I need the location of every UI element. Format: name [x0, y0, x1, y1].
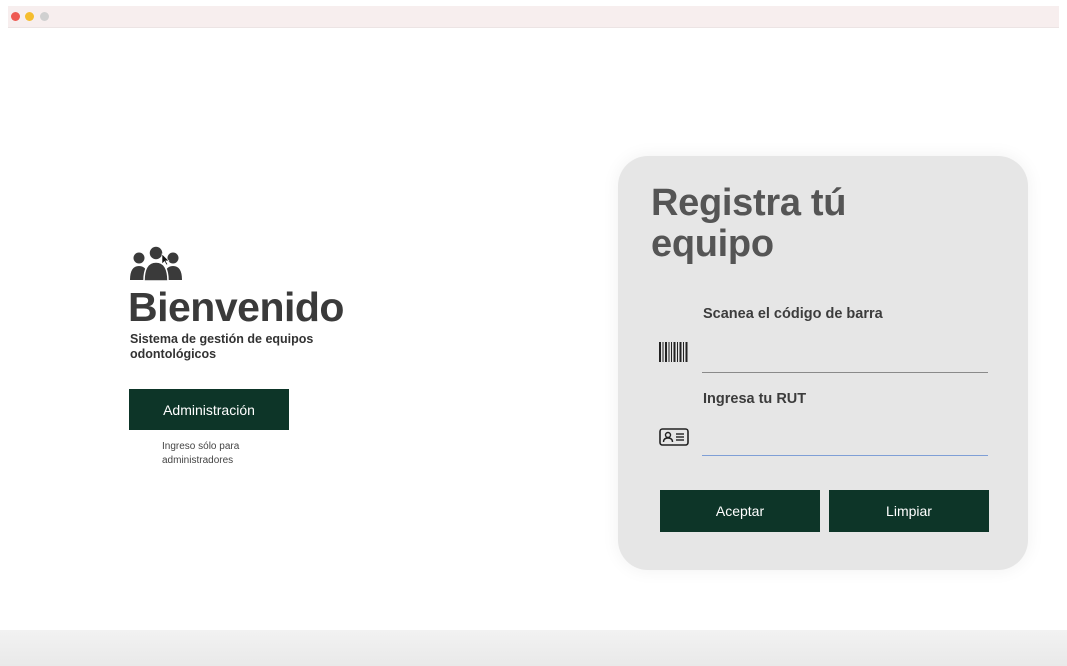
bottom-bar: [0, 630, 1067, 666]
barcode-input[interactable]: [702, 343, 988, 373]
window-titlebar: [8, 6, 1059, 28]
rut-input[interactable]: [702, 426, 988, 456]
welcome-title: Bienvenido: [128, 284, 344, 330]
barcode-icon: [659, 342, 688, 362]
rut-label: Ingresa tu RUT: [703, 391, 807, 407]
card-title: Registra tú equipo: [651, 182, 847, 265]
minimize-window-button[interactable]: [25, 12, 34, 21]
admin-note: Ingreso sólo para administradores: [162, 441, 240, 466]
id-card-icon: [659, 428, 689, 446]
system-subtitle: Sistema de gestión de equipos odontológi…: [130, 332, 314, 361]
barcode-label: Scanea el código de barra: [703, 306, 883, 322]
clear-button[interactable]: Limpiar: [829, 490, 989, 532]
close-window-button[interactable]: [11, 12, 20, 21]
administration-button[interactable]: Administración: [129, 389, 289, 430]
accept-button[interactable]: Aceptar: [660, 490, 820, 532]
users-group-icon: [130, 245, 182, 282]
zoom-window-button[interactable]: [40, 12, 49, 21]
